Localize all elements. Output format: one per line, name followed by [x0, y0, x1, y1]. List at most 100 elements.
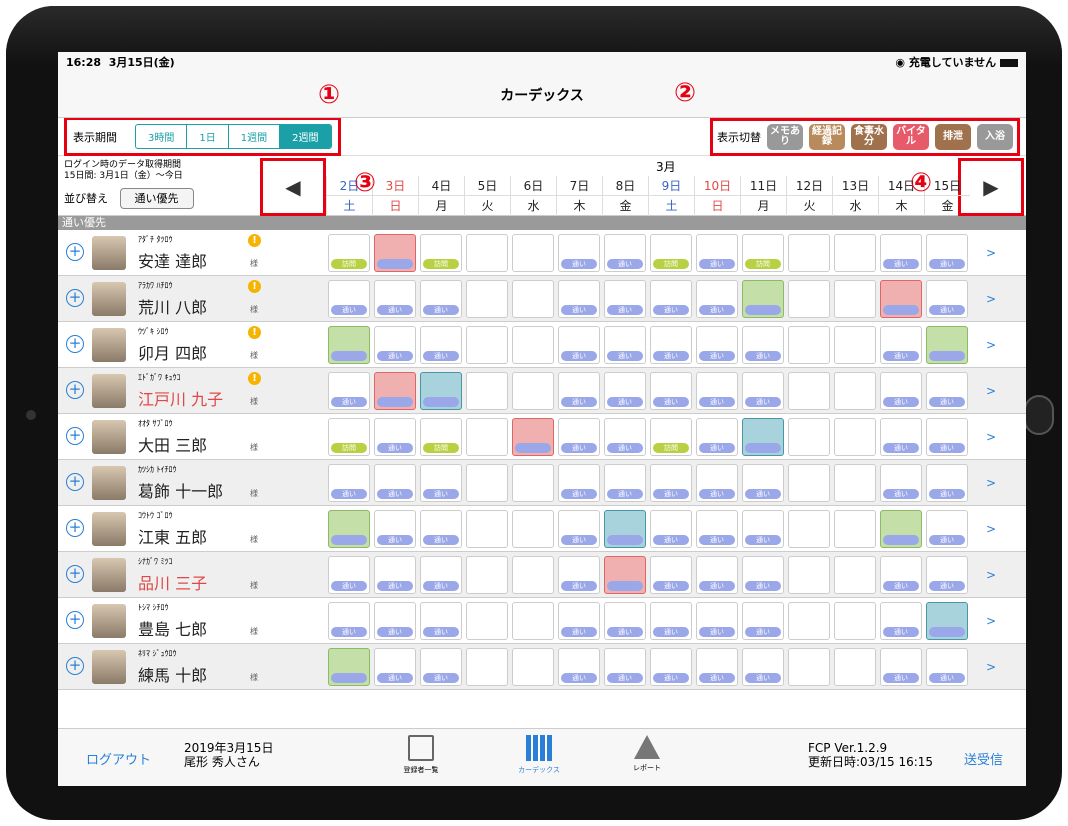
schedule-cell[interactable]: 通い — [696, 372, 738, 410]
schedule-cell[interactable]: 訪問 — [420, 234, 462, 272]
schedule-cell[interactable]: 通い — [374, 280, 416, 318]
home-button[interactable] — [1024, 395, 1054, 435]
bath-chip[interactable]: 入浴 — [977, 123, 1013, 150]
alert-icon[interactable]: ! — [248, 280, 261, 293]
alert-icon[interactable]: ! — [248, 326, 261, 339]
schedule-cell[interactable]: 通い — [650, 372, 692, 410]
schedule-cell[interactable] — [466, 510, 508, 548]
schedule-cell[interactable]: 通い — [558, 234, 600, 272]
schedule-cell[interactable]: 通い — [420, 280, 462, 318]
schedule-cell[interactable] — [512, 510, 554, 548]
schedule-cell[interactable] — [834, 464, 876, 502]
schedule-cell[interactable]: 通い — [650, 602, 692, 640]
schedule-cell[interactable]: 通い — [880, 602, 922, 640]
schedule-cell[interactable] — [834, 418, 876, 456]
schedule-cell[interactable]: 通い — [420, 648, 462, 686]
period-2w[interactable]: 2週間 — [280, 125, 331, 148]
schedule-cell[interactable] — [466, 556, 508, 594]
schedule-cell[interactable] — [466, 326, 508, 364]
schedule-cell[interactable]: 通い — [328, 372, 370, 410]
schedule-cell[interactable]: 通い — [926, 280, 968, 318]
chevron-right-icon[interactable]: > — [986, 568, 996, 582]
add-plus-icon[interactable]: + — [66, 381, 84, 399]
schedule-cell[interactable]: 通い — [558, 418, 600, 456]
schedule-cell[interactable] — [926, 602, 968, 640]
schedule-cell[interactable]: 通い — [696, 464, 738, 502]
schedule-cell[interactable] — [834, 326, 876, 364]
schedule-cell[interactable] — [788, 234, 830, 272]
prev-week-button[interactable]: ◀ — [260, 158, 326, 216]
schedule-cell[interactable]: 通い — [604, 326, 646, 364]
schedule-cell[interactable] — [466, 648, 508, 686]
schedule-cell[interactable] — [374, 234, 416, 272]
resident-row[interactable]: + ｺｳﾄｳ ｺﾞﾛｳ 江東 五郎様通い 通い 通い 通い 通い 通い 通い > — [58, 506, 1026, 552]
schedule-cell[interactable]: 通い — [558, 602, 600, 640]
schedule-cell[interactable]: 通い — [558, 280, 600, 318]
schedule-cell[interactable]: 通い — [604, 280, 646, 318]
schedule-cell[interactable] — [788, 464, 830, 502]
schedule-cell[interactable] — [788, 510, 830, 548]
add-plus-icon[interactable]: + — [66, 657, 84, 675]
schedule-cell[interactable] — [512, 234, 554, 272]
schedule-cell[interactable]: 通い — [558, 556, 600, 594]
schedule-cell[interactable]: 通い — [926, 464, 968, 502]
schedule-cell[interactable] — [328, 648, 370, 686]
schedule-cell[interactable]: 通い — [926, 510, 968, 548]
add-plus-icon[interactable]: + — [66, 611, 84, 629]
schedule-cell[interactable]: 通い — [650, 648, 692, 686]
schedule-cell[interactable] — [788, 602, 830, 640]
schedule-cell[interactable] — [512, 464, 554, 502]
schedule-cell[interactable]: 通い — [742, 648, 784, 686]
schedule-cell[interactable] — [466, 464, 508, 502]
schedule-cell[interactable]: 通い — [558, 510, 600, 548]
excretion-chip[interactable]: 排泄 — [935, 123, 971, 150]
schedule-cell[interactable]: 通い — [742, 372, 784, 410]
memo-chip[interactable]: メモあり — [767, 123, 803, 150]
chevron-right-icon[interactable]: > — [986, 660, 996, 674]
schedule-cell[interactable]: 通い — [650, 326, 692, 364]
schedule-cell[interactable]: 通い — [696, 602, 738, 640]
schedule-cell[interactable]: 通い — [650, 280, 692, 318]
chevron-right-icon[interactable]: > — [986, 338, 996, 352]
schedule-cell[interactable] — [466, 234, 508, 272]
schedule-cell[interactable]: 通い — [374, 326, 416, 364]
schedule-cell[interactable]: 通い — [742, 602, 784, 640]
schedule-cell[interactable] — [834, 234, 876, 272]
schedule-cell[interactable]: 通い — [604, 464, 646, 502]
period-1d[interactable]: 1日 — [187, 125, 229, 148]
resident-row[interactable]: + ﾈﾘﾏ ｼﾞｭｳﾛｳ 練馬 十郎様通い 通い 通い 通い 通い 通い 通い 通い 通い > — [58, 644, 1026, 690]
schedule-cell[interactable] — [374, 372, 416, 410]
schedule-cell[interactable] — [788, 556, 830, 594]
schedule-cell[interactable]: 通い — [374, 510, 416, 548]
schedule-cell[interactable] — [512, 418, 554, 456]
schedule-cell[interactable] — [466, 372, 508, 410]
schedule-cell[interactable]: 通い — [926, 556, 968, 594]
chevron-right-icon[interactable]: > — [986, 430, 996, 444]
schedule-cell[interactable] — [788, 418, 830, 456]
schedule-cell[interactable]: 通い — [420, 464, 462, 502]
schedule-cell[interactable]: 通い — [328, 602, 370, 640]
schedule-cell[interactable]: 通い — [420, 602, 462, 640]
schedule-cell[interactable]: 通い — [742, 464, 784, 502]
nav-report[interactable]: レポート — [612, 735, 682, 773]
schedule-cell[interactable] — [742, 418, 784, 456]
schedule-cell[interactable]: 通い — [880, 648, 922, 686]
schedule-cell[interactable] — [512, 648, 554, 686]
period-3h[interactable]: 3時間 — [136, 125, 188, 148]
chevron-right-icon[interactable]: > — [986, 614, 996, 628]
schedule-cell[interactable]: 通い — [604, 372, 646, 410]
chevron-right-icon[interactable]: > — [986, 246, 996, 260]
schedule-cell[interactable]: 通い — [374, 602, 416, 640]
schedule-cell[interactable]: 通い — [696, 234, 738, 272]
schedule-cell[interactable]: 通い — [420, 556, 462, 594]
schedule-cell[interactable]: 通い — [328, 280, 370, 318]
schedule-cell[interactable]: 通い — [880, 464, 922, 502]
schedule-cell[interactable]: 通い — [650, 556, 692, 594]
schedule-cell[interactable]: 通い — [696, 418, 738, 456]
schedule-cell[interactable]: 通い — [558, 326, 600, 364]
add-plus-icon[interactable]: + — [66, 289, 84, 307]
resident-row[interactable]: + ﾄｼﾏ ｼﾁﾛｳ 豊島 七郎様通い 通い 通い 通い 通い 通い 通い 通い 通い > — [58, 598, 1026, 644]
schedule-cell[interactable]: 通い — [880, 372, 922, 410]
schedule-cell[interactable] — [834, 602, 876, 640]
schedule-cell[interactable]: 通い — [374, 418, 416, 456]
